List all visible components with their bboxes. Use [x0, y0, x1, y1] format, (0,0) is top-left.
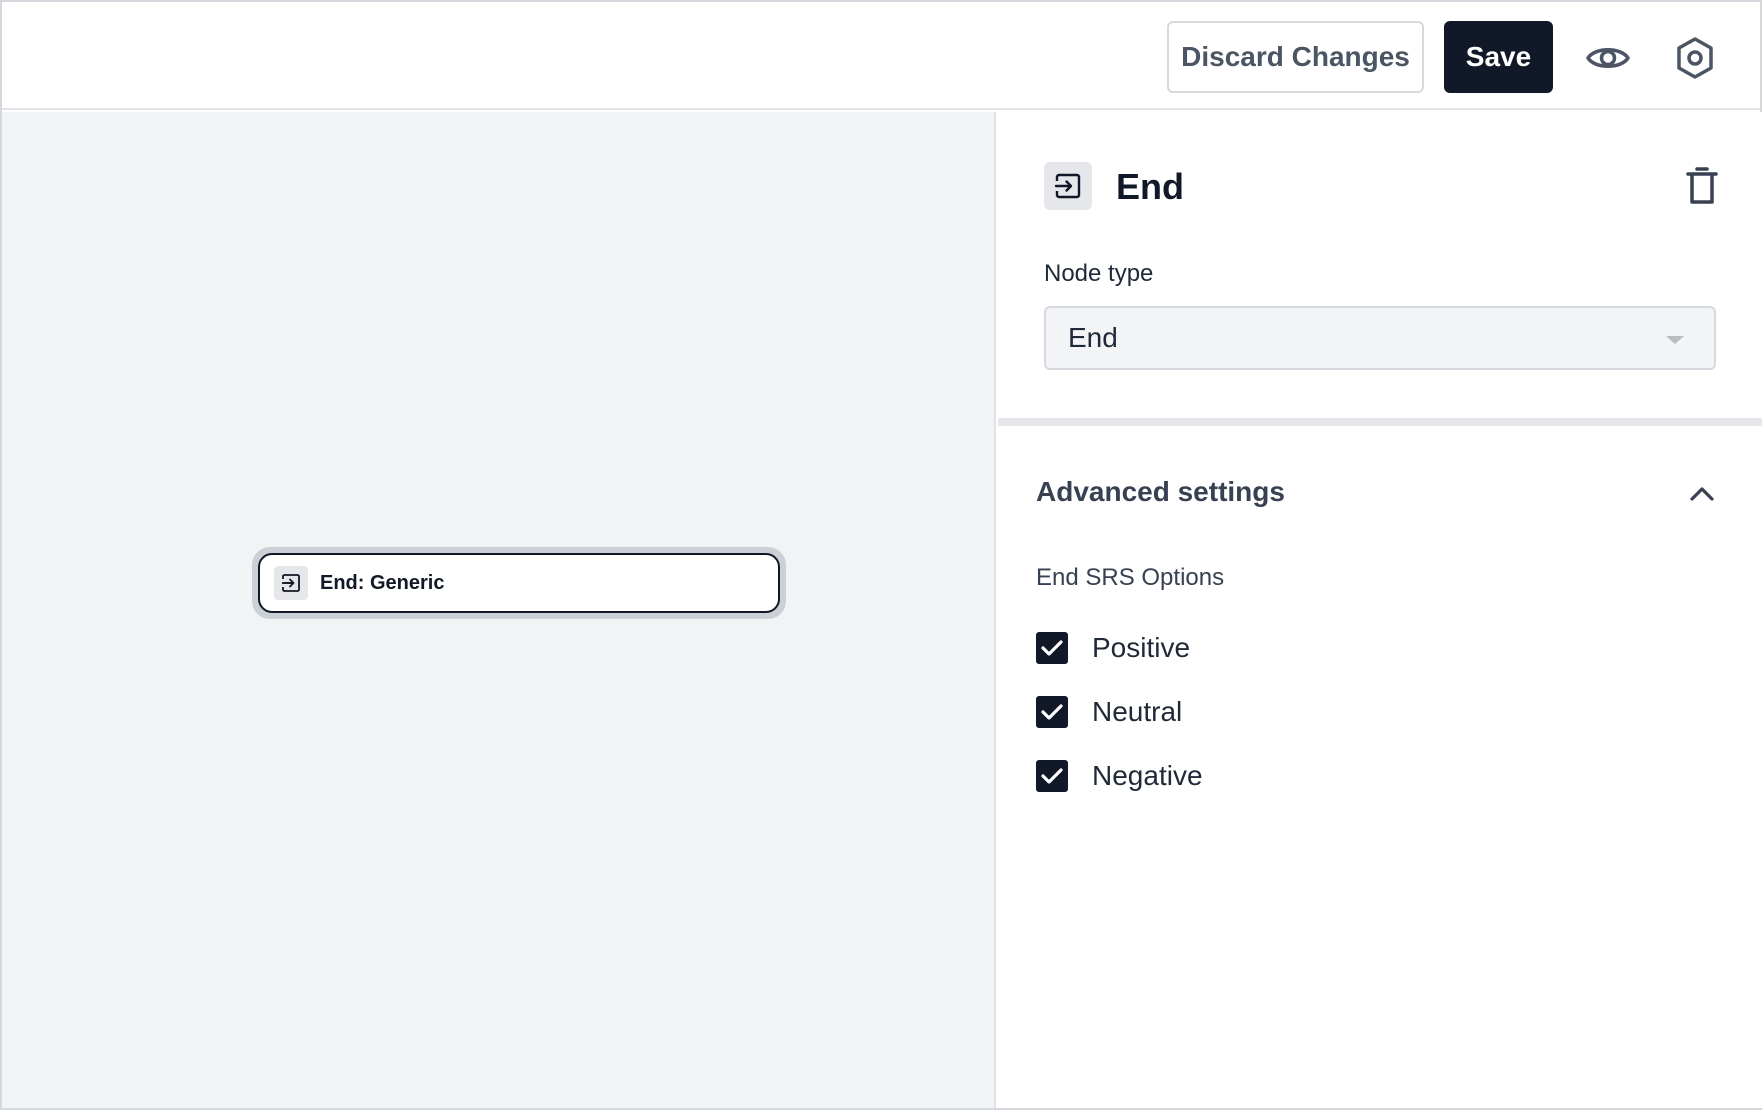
exit-icon	[1044, 162, 1092, 210]
flow-canvas[interactable]: End: Generic	[2, 112, 996, 1108]
discard-changes-button[interactable]: Discard Changes	[1167, 21, 1424, 93]
chevron-up-icon	[1690, 487, 1714, 501]
checkbox-positive[interactable]: Positive	[1036, 632, 1190, 664]
panel-title: End	[1116, 166, 1184, 207]
delete-node-button[interactable]	[1680, 164, 1724, 208]
checkbox-checked[interactable]	[1036, 760, 1068, 792]
checkbox-label: Neutral	[1092, 696, 1183, 727]
section-divider	[998, 418, 1762, 426]
gear-icon	[1677, 37, 1713, 79]
exit-icon	[274, 566, 308, 600]
flow-node-body: End: Generic	[258, 553, 780, 613]
node-type-select[interactable]: End	[1044, 306, 1716, 370]
checkbox-checked[interactable]	[1036, 696, 1068, 728]
flow-node-label: End: Generic	[320, 571, 445, 594]
node-type-value: End	[1068, 322, 1118, 353]
checkbox-label: Positive	[1092, 632, 1191, 663]
collapse-advanced-button[interactable]	[1680, 472, 1724, 516]
properties-panel: End Node type End Advanced settings End …	[998, 112, 1762, 1108]
node-type-label: Node type	[1044, 260, 1154, 287]
srs-options-label: End SRS Options	[1036, 564, 1225, 591]
checkbox-negative[interactable]: Negative	[1036, 760, 1203, 792]
preview-button[interactable]	[1580, 30, 1636, 86]
checkbox-neutral[interactable]: Neutral	[1036, 696, 1182, 728]
checkmark-icon	[1041, 640, 1063, 656]
flow-node-end[interactable]: End: Generic	[252, 547, 786, 619]
top-toolbar: Discard Changes Save	[2, 2, 1760, 110]
save-button[interactable]: Save	[1444, 21, 1553, 93]
trash-icon	[1686, 167, 1718, 204]
app-window: Discard Changes Save End: Generic End No…	[0, 0, 1762, 1110]
caret-down-icon	[1666, 336, 1684, 344]
checkbox-checked[interactable]	[1036, 632, 1068, 664]
eye-icon	[1586, 48, 1630, 68]
checkmark-icon	[1041, 704, 1063, 720]
checkmark-icon	[1041, 768, 1063, 784]
settings-button[interactable]	[1667, 30, 1723, 86]
advanced-settings-toggle[interactable]: Advanced settings	[1036, 476, 1285, 508]
checkbox-label: Negative	[1092, 760, 1203, 791]
